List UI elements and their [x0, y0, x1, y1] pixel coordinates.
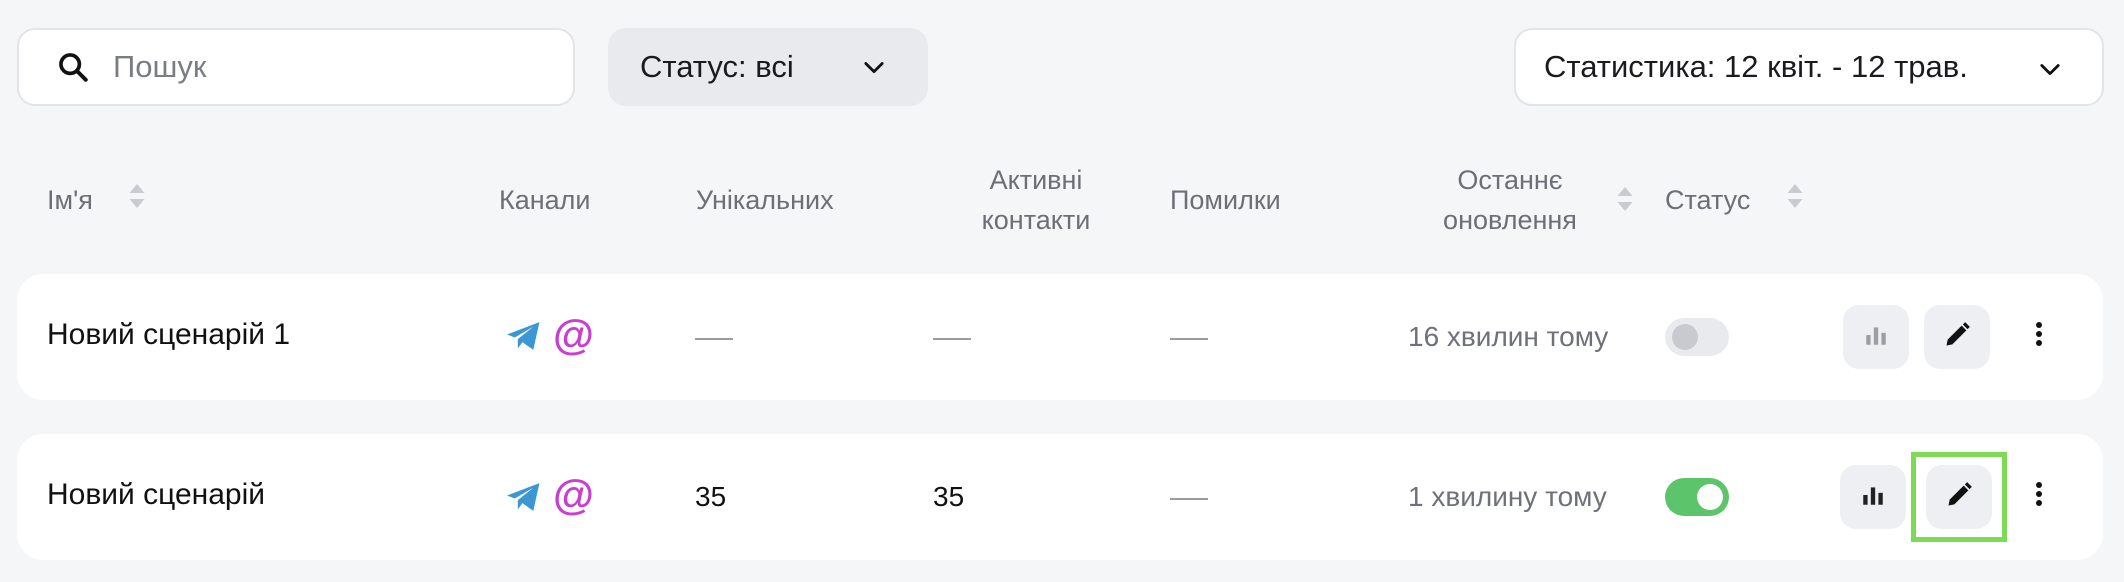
active-value-empty	[933, 338, 971, 340]
column-header-status-label: Статус	[1665, 185, 1751, 215]
search-input[interactable]: Пошук	[17, 28, 575, 106]
unique-value: 35	[695, 481, 727, 512]
column-header-name[interactable]: Ім'я	[47, 180, 146, 222]
telegram-icon	[505, 319, 543, 358]
kebab-menu-icon	[2035, 321, 2043, 352]
table-row[interactable]	[17, 434, 2103, 560]
chevron-down-icon	[860, 53, 888, 86]
sort-icon[interactable]	[1786, 181, 1804, 222]
column-header-errors: Помилки	[1170, 185, 1281, 215]
bar-chart-icon	[1863, 322, 1889, 353]
statistics-button[interactable]	[1843, 305, 1909, 369]
statistics-period-dropdown[interactable]: Статистика: 12 квіт. - 12 трав.	[1514, 28, 2104, 106]
edit-button[interactable]	[1926, 465, 1992, 529]
errors-value-empty	[1170, 338, 1208, 340]
status-toggle[interactable]	[1665, 478, 1729, 516]
search-icon	[53, 47, 93, 87]
email-icon: @	[553, 471, 594, 518]
column-header-unique: Унікальних	[696, 185, 834, 215]
email-icon: @	[553, 311, 594, 358]
active-contacts-value: 35	[933, 481, 965, 512]
unique-value-empty	[695, 338, 733, 340]
column-header-updated-line1: Останнє	[1457, 165, 1563, 195]
statistics-button[interactable]	[1840, 465, 1906, 529]
scenario-name[interactable]: Новий сценарій	[47, 478, 265, 512]
chevron-down-icon	[2036, 55, 2064, 88]
column-header-active-contacts: Активні контакти	[936, 160, 1136, 240]
toggle-knob	[1672, 324, 1698, 350]
scenario-name[interactable]: Новий сценарій 1	[47, 318, 290, 352]
sort-icon[interactable]	[128, 181, 146, 222]
column-header-last-update[interactable]: Останнє оновлення	[1400, 160, 1620, 240]
column-header-active-line2: контакти	[981, 205, 1091, 235]
column-header-updated-line2: оновлення	[1443, 205, 1577, 235]
pencil-icon	[1943, 321, 1971, 354]
column-header-channels: Канали	[499, 185, 591, 215]
more-options-button[interactable]	[2024, 471, 2054, 521]
pencil-icon	[1945, 481, 1973, 514]
column-header-active-line1: Активні	[989, 165, 1083, 195]
last-update-text: 1 хвилину тому	[1408, 481, 1607, 512]
telegram-icon	[505, 480, 543, 519]
status-filter-dropdown[interactable]: Статус: всі	[608, 28, 928, 106]
status-toggle[interactable]	[1665, 318, 1729, 356]
table-row[interactable]	[17, 274, 2103, 400]
status-filter-label: Статус: всі	[640, 49, 794, 84]
kebab-menu-icon	[2035, 481, 2043, 512]
toggle-knob	[1697, 484, 1723, 510]
statistics-period-label: Статистика: 12 квіт. - 12 трав.	[1544, 49, 1968, 84]
search-placeholder: Пошук	[113, 49, 207, 84]
column-header-name-label: Ім'я	[47, 185, 93, 215]
errors-value-empty	[1170, 498, 1208, 500]
more-options-button[interactable]	[2024, 311, 2054, 361]
column-header-status[interactable]: Статус	[1665, 180, 1804, 222]
sort-icon[interactable]	[1616, 184, 1634, 219]
bar-chart-icon	[1860, 482, 1886, 513]
edit-button[interactable]	[1924, 305, 1990, 369]
last-update-text: 16 хвилин тому	[1408, 321, 1609, 352]
